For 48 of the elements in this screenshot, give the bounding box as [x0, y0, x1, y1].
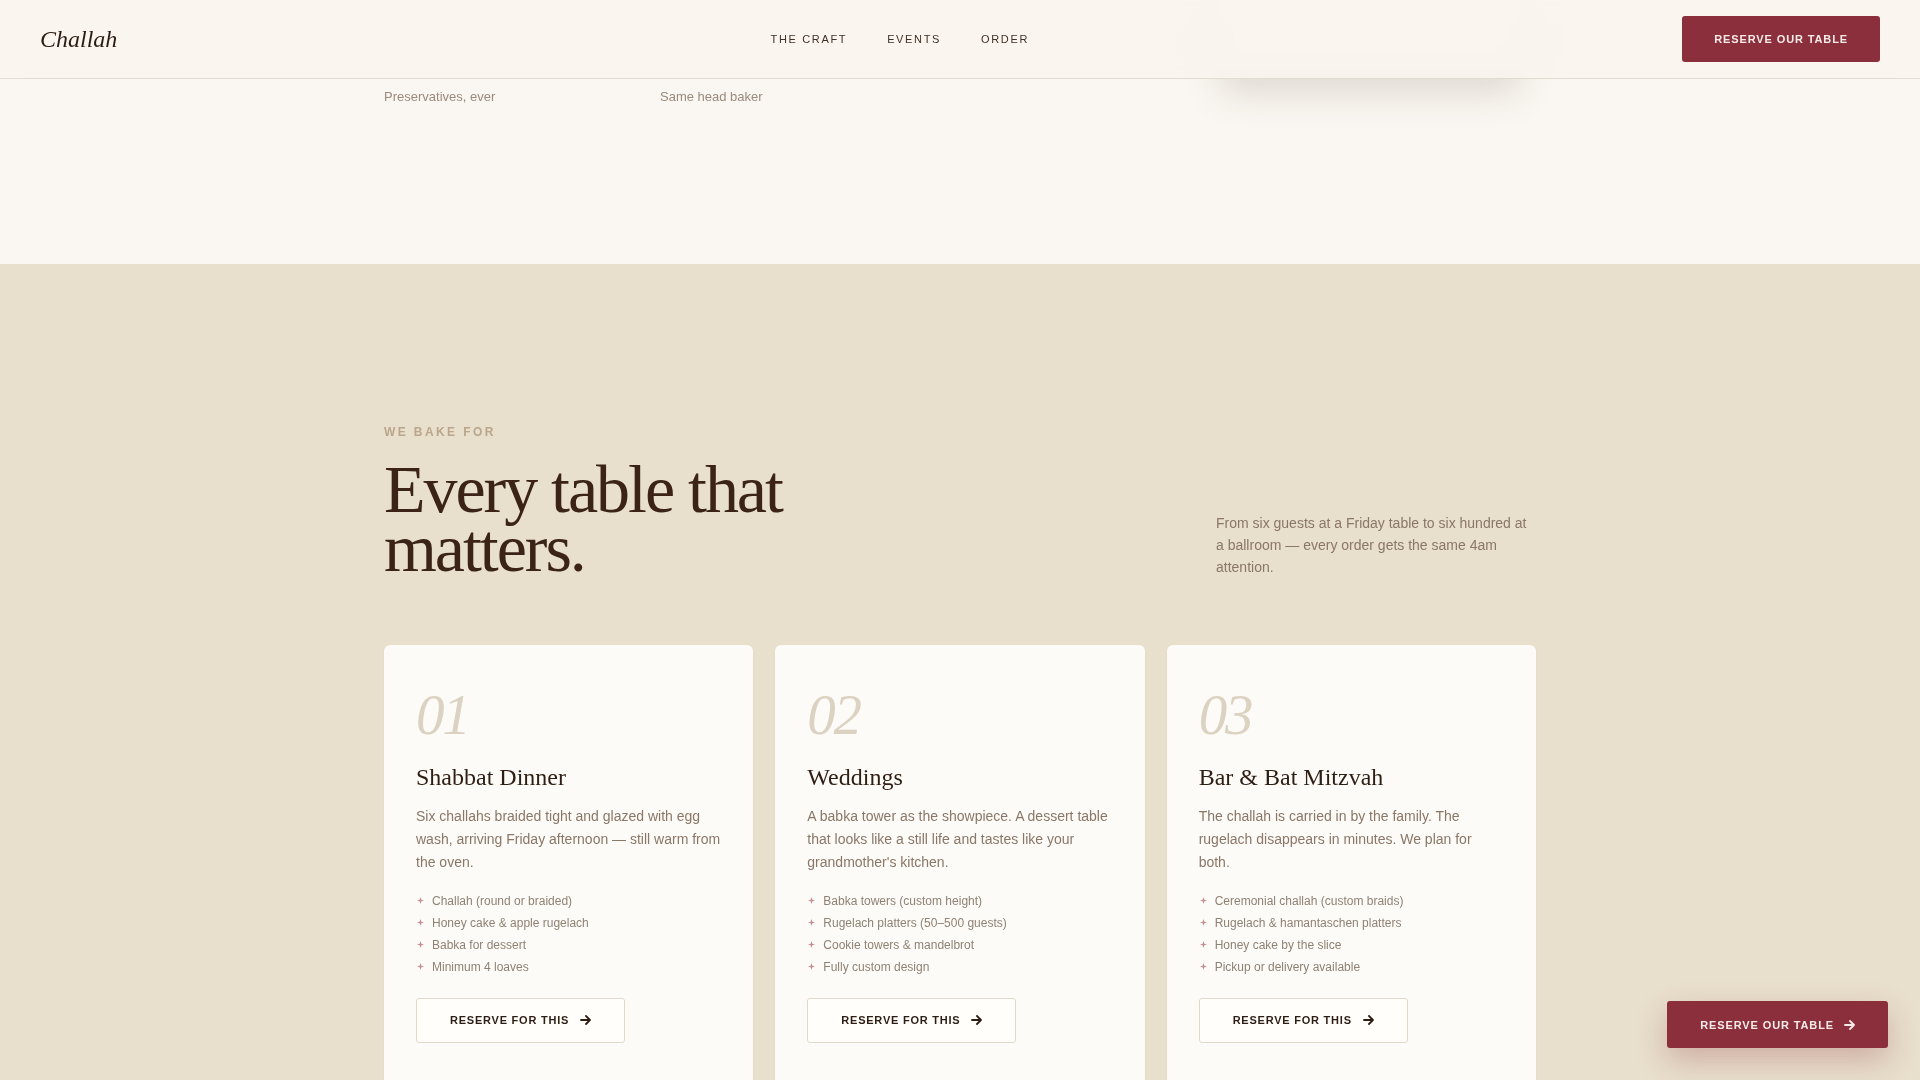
reserve-for-this-button[interactable]: RESERVE FOR THIS: [416, 997, 626, 1043]
stat-label: Same head baker: [660, 89, 763, 104]
sparkle-icon: [1199, 897, 1207, 905]
card-list-item: Cookie towers & mandelbrot: [823, 936, 975, 954]
sparkle-icon: [1199, 941, 1207, 949]
reserve-for-this-button[interactable]: RESERVE FOR THIS: [1198, 997, 1408, 1043]
sparkle-icon: [808, 941, 816, 949]
card-list-item: Fully custom design: [823, 958, 930, 976]
sparkle-icon: [808, 919, 816, 927]
card-list-item: Minimum 4 loaves: [432, 958, 529, 976]
card-list-item: Challah (round or braided): [432, 892, 573, 910]
sparkle-icon: [1199, 963, 1207, 971]
sparkle-icon: [808, 963, 816, 971]
arrow-right-icon: [971, 1015, 983, 1026]
reserve-for-this-button[interactable]: RESERVE FOR THIS: [807, 997, 1017, 1043]
section-title: Every table that matters.: [384, 460, 784, 578]
sparkle-icon: [417, 919, 424, 927]
nav-link[interactable]: THE CRAFT: [770, 33, 848, 45]
nav-link[interactable]: ORDER: [981, 33, 1030, 45]
card-list-item: Honey cake by the slice: [1214, 936, 1342, 954]
logo[interactable]: Challah: [40, 25, 118, 53]
floating-reserve-button[interactable]: RESERVE OUR TABLE: [1667, 1001, 1888, 1048]
sparkle-icon: [1199, 919, 1207, 927]
sparkle-icon: [808, 897, 816, 905]
card-description: Six challahs braided tight and glazed with egg wash, arriving Friday afternoon — still warm from the oven.: [416, 806, 722, 872]
card-list-item: Babka for dessert: [432, 936, 527, 954]
nav-link[interactable]: EVENTS: [887, 33, 942, 45]
arrow-right-icon: [1844, 1019, 1855, 1030]
reserve-button[interactable]: RESERVE OUR TABLE: [1682, 16, 1880, 62]
card-list-item: Rugelach & hamantaschen platters: [1214, 914, 1402, 932]
card-title: Bar & Bat Mitzvah: [1198, 763, 1385, 792]
card-description: The challah is carried in by the family. The rugelach disappears in minutes. We plan for both.: [1198, 806, 1473, 872]
card-list-item: Honey cake & apple rugelach: [432, 914, 589, 932]
arrow-right-icon: [1362, 1015, 1374, 1026]
sparkle-icon: [417, 897, 424, 905]
card-list-item: Babka towers (custom height): [823, 892, 983, 910]
sparkle-icon: [417, 963, 424, 971]
section-eyebrow: WE BAKE FOR: [384, 424, 497, 440]
card-title: Weddings: [807, 763, 904, 792]
card-list-item: Pickup or delivery available: [1214, 958, 1361, 976]
card-title: Shabbat Dinner: [416, 763, 567, 792]
section-intro: From six guests at a Friday table to six hundred at a ballroom — every order gets the same 4am attention.: [1216, 514, 1528, 577]
card-list-item: Rugelach platters (50–500 guests): [823, 914, 1007, 932]
card-description: A babka tower as the showpiece. A dessert table that looks like a still life and tastes like your grandmother's kitchen.: [807, 806, 1109, 872]
sparkle-icon: [417, 941, 424, 949]
card-list-item: Ceremonial challah (custom braids): [1214, 892, 1404, 910]
arrow-right-icon: [580, 1015, 592, 1026]
stat-label: Preservatives, ever: [384, 89, 496, 104]
